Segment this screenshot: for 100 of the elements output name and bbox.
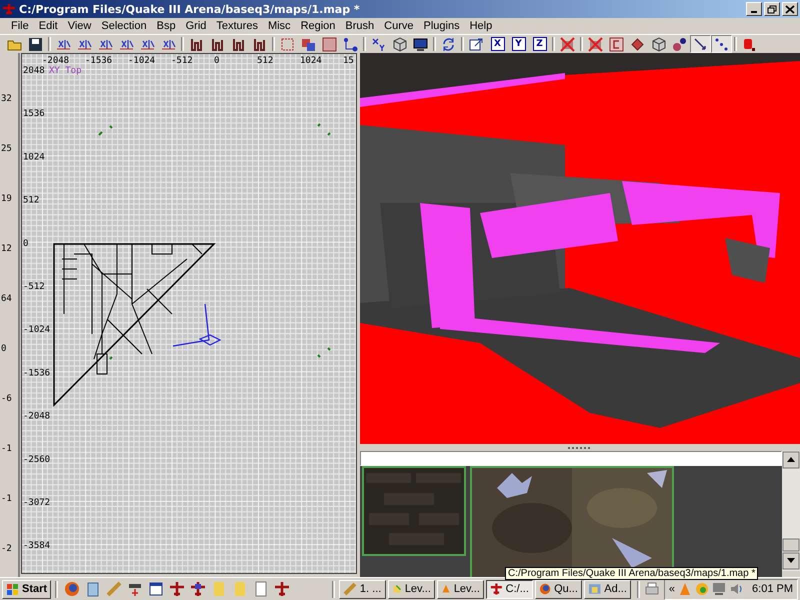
ruler-label: 15 xyxy=(342,56,354,66)
ruler-label: 1536 xyxy=(22,109,45,120)
document-icon[interactable] xyxy=(253,581,270,597)
minimize-button[interactable] xyxy=(746,2,762,16)
entity-marker xyxy=(317,354,321,358)
cube-icon xyxy=(392,36,407,52)
ruler-label: 25 xyxy=(1,144,12,154)
taskbar-button[interactable]: C:/... xyxy=(486,580,533,598)
ruler-label: 19 xyxy=(1,194,12,204)
ruler-label: -1 xyxy=(1,444,12,454)
crossed-out-icon xyxy=(560,36,575,52)
menu-item[interactable]: Edit xyxy=(34,20,63,32)
brush-icon xyxy=(189,36,204,52)
ruler-label: -1024 xyxy=(22,325,50,336)
printer-icon[interactable] xyxy=(644,581,660,597)
entity-marker xyxy=(327,347,331,351)
app-icon xyxy=(2,3,16,15)
menu-item[interactable]: Help xyxy=(464,20,498,32)
scrollbar[interactable] xyxy=(782,451,800,571)
view-title: XY Top xyxy=(48,66,82,76)
brush-icon xyxy=(231,36,246,52)
menu-item[interactable]: File xyxy=(6,20,34,32)
close-icon xyxy=(785,4,795,14)
ruler-label: 1024 xyxy=(22,152,45,162)
grip-icon[interactable] xyxy=(568,446,592,449)
rotate-icon xyxy=(441,36,456,52)
ruler-label: 0 xyxy=(214,56,220,66)
menu-item[interactable]: Region xyxy=(296,20,340,32)
windows-logo-icon xyxy=(6,582,20,596)
menu-item[interactable]: Textures xyxy=(211,20,263,32)
taskbar-button[interactable]: Lev... xyxy=(436,580,484,598)
ruler-label: -2560 xyxy=(22,454,50,465)
ruler-label: 32 xyxy=(1,94,12,104)
ruler-label: 12 xyxy=(1,244,12,254)
crossed-out-icon xyxy=(588,36,603,52)
calendar-icon[interactable] xyxy=(148,581,164,597)
taskbar-button[interactable]: 1. ... xyxy=(338,580,386,598)
tooltip: C:/Program Files/Quake III Arena/baseq3/maps/1.map * xyxy=(505,567,758,580)
window-title: C:/Program Files/Quake III Arena/baseq3/maps/1.map * xyxy=(19,2,361,16)
ruler-label: -1536 xyxy=(84,56,112,66)
close-button[interactable] xyxy=(782,2,798,16)
ruler-label: -6 xyxy=(1,394,12,404)
toolbar-button[interactable] xyxy=(711,35,732,53)
bin-icon[interactable] xyxy=(85,581,102,597)
ruler-label: 512 xyxy=(256,56,274,66)
brush-icon xyxy=(210,36,225,52)
ruler-label: -1 xyxy=(1,494,12,504)
menu-item[interactable]: Grid xyxy=(180,20,212,32)
speaker-icon[interactable] xyxy=(729,582,744,596)
blob-icon xyxy=(672,36,687,52)
ruler-label: -2048 xyxy=(22,412,50,422)
menu-item[interactable]: Bsp xyxy=(152,20,181,32)
save-icon xyxy=(28,36,43,52)
menu-item[interactable]: Selection xyxy=(96,20,152,32)
square-icon xyxy=(322,36,337,52)
taskbar-button[interactable]: Lev... xyxy=(388,580,435,598)
app-icon xyxy=(342,582,357,596)
taskbar-button[interactable]: Qu... xyxy=(534,580,582,598)
ruler-label: -1536 xyxy=(22,368,50,378)
menu-item[interactable]: Misc xyxy=(262,20,296,32)
monitor-icon[interactable] xyxy=(712,582,726,596)
menu-item[interactable]: Curve xyxy=(379,20,419,32)
node-icon xyxy=(343,36,358,52)
start-button[interactable]: Start xyxy=(2,580,52,598)
ruler-label: 0 xyxy=(22,238,28,249)
tray-expand-button[interactable]: « xyxy=(668,583,676,595)
dotted-line-icon xyxy=(714,36,729,52)
ruler-label: -1024 xyxy=(128,56,156,66)
axes-icon xyxy=(371,36,386,52)
entity-marker xyxy=(109,125,113,129)
toolbar-button[interactable] xyxy=(690,35,711,53)
menu-item[interactable]: Brush xyxy=(340,20,380,32)
entity-marker xyxy=(327,132,331,136)
monitor-icon xyxy=(413,36,428,52)
taskbar-button[interactable]: Ad... xyxy=(584,580,631,598)
pointer-icon xyxy=(693,36,708,52)
app-icon xyxy=(588,582,602,596)
cubes-icon xyxy=(742,36,757,52)
ruler-label: -3584 xyxy=(22,541,50,552)
ruler-label: -512 xyxy=(22,282,45,292)
globe-icon[interactable] xyxy=(64,581,80,597)
cube-icon xyxy=(651,36,666,52)
filter-field[interactable] xyxy=(360,451,782,466)
restore-icon xyxy=(767,4,777,14)
entity-marker xyxy=(98,131,103,136)
ruler-label: 1024 xyxy=(300,56,322,66)
window-arrow-icon xyxy=(469,36,484,52)
menu-item[interactable]: Plugins xyxy=(418,20,465,32)
ruler-label: 2048 xyxy=(22,66,45,76)
entity-marker xyxy=(317,123,321,127)
dotted-square-icon xyxy=(280,36,295,52)
c-square-icon xyxy=(609,36,624,52)
restore-button[interactable] xyxy=(764,2,780,16)
minimize-icon xyxy=(751,11,757,13)
menu-item[interactable]: View xyxy=(62,20,96,32)
app-icon xyxy=(490,582,503,596)
ruler-label: 0 xyxy=(1,344,6,354)
ruler-label: 64 xyxy=(1,294,12,304)
ruler-label: -512 xyxy=(170,56,193,66)
ruler-label: -2048 xyxy=(42,56,70,66)
